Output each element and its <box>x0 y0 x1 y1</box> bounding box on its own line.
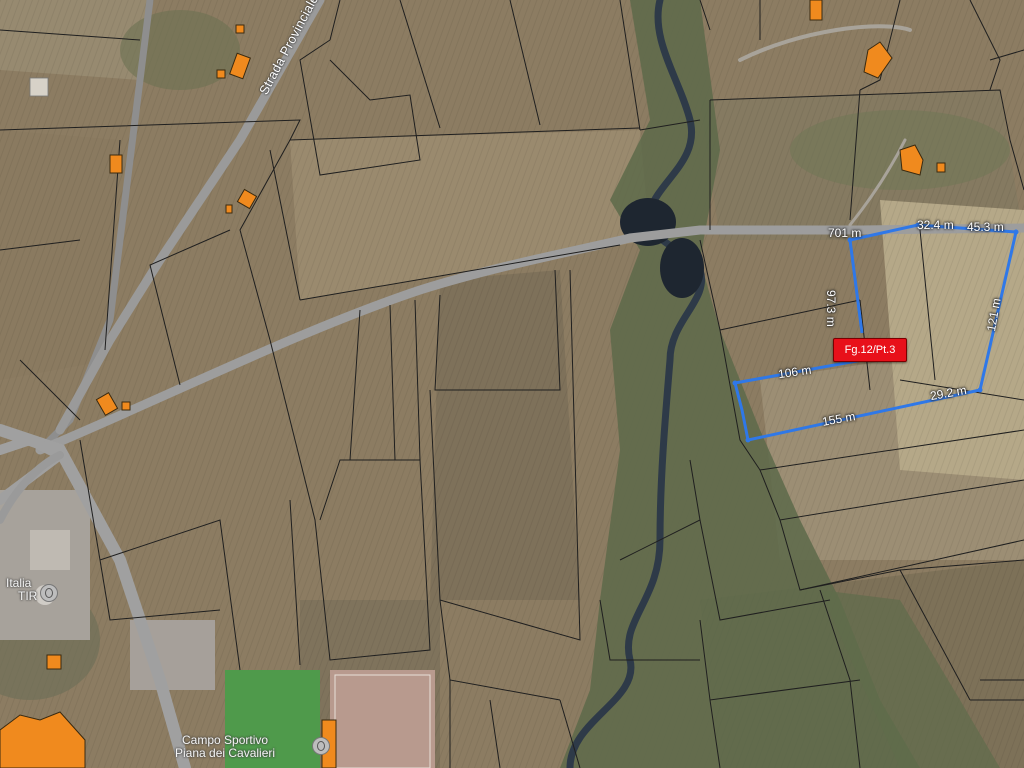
measure-label-973: 97.3 m <box>824 290 838 327</box>
poi-italia-tir[interactable]: Italia TIR <box>6 577 37 603</box>
measure-label-701: 701 m <box>828 226 862 240</box>
parcel-label-badge[interactable]: Fg.12/Pt.3 <box>833 338 907 362</box>
sports-stadium-icon[interactable] <box>312 737 330 755</box>
measure-label-453: 45.3 m <box>967 220 1004 234</box>
poi-italia-tir-line2: TIR <box>18 589 38 603</box>
poi-sport-center[interactable]: Campo Sportivo Piana dei Cavalieri <box>175 734 275 760</box>
satellite-imagery <box>0 0 1024 768</box>
map-view[interactable]: Strada Provinciale III per L 701 m 32.4 … <box>0 0 1024 768</box>
place-marker-icon[interactable] <box>40 584 58 602</box>
measure-label-324: 32.4 m <box>917 218 954 232</box>
poi-sport-center-line2: Piana dei Cavalieri <box>175 746 276 760</box>
